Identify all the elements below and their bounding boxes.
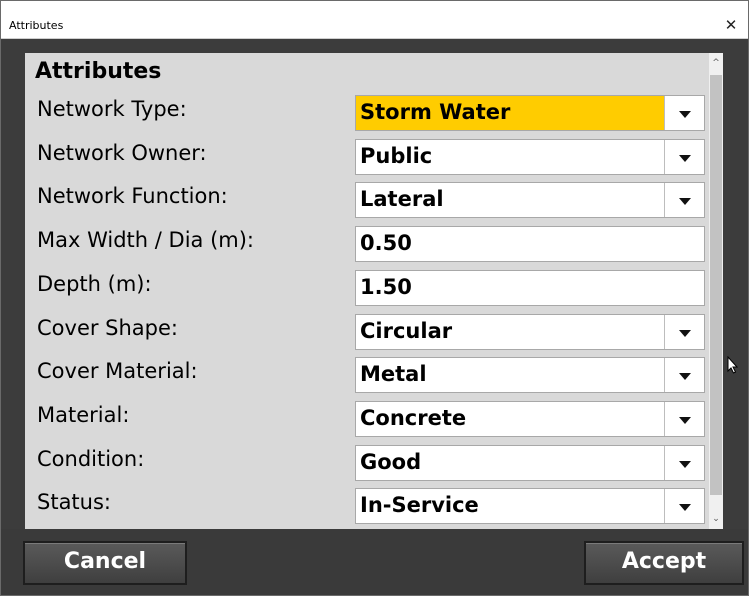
accept-button[interactable]: Accept <box>584 541 744 585</box>
vertical-scrollbar[interactable]: ^ ⌄ <box>709 53 723 529</box>
chevron-down-icon <box>679 330 691 337</box>
attribute-dropdown[interactable]: Public <box>355 139 705 175</box>
attribute-label: Network Owner: <box>37 141 207 165</box>
chevron-down-icon <box>679 461 691 468</box>
text-field-value: 0.50 <box>360 231 412 255</box>
attribute-dropdown[interactable]: In-Service <box>355 488 705 524</box>
dropdown-value-area[interactable]: In-Service <box>356 489 665 523</box>
dropdown-button[interactable] <box>664 446 704 480</box>
attribute-label: Network Type: <box>37 97 187 121</box>
dropdown-selected-value: Metal <box>360 362 427 386</box>
dropdown-selected-value: Lateral <box>360 187 444 211</box>
scroll-up-icon[interactable]: ^ <box>709 53 723 73</box>
attribute-row: Material: Concrete <box>25 397 709 440</box>
dropdown-selected-value: In-Service <box>360 493 479 517</box>
dropdown-value-area[interactable]: Concrete <box>356 402 665 436</box>
dropdown-button[interactable] <box>664 183 704 217</box>
attribute-dropdown[interactable]: Lateral <box>355 182 705 218</box>
chevron-down-icon <box>679 198 691 205</box>
dropdown-button[interactable] <box>664 358 704 392</box>
attribute-text-field[interactable]: 1.50 <box>355 270 705 306</box>
section-title: Attributes <box>35 59 162 84</box>
attribute-label: Depth (m): <box>37 272 152 296</box>
dropdown-selected-value: Concrete <box>360 406 467 430</box>
chevron-down-icon <box>679 155 691 162</box>
attribute-rows: Network Type: Storm Water Network Owner: Pu… <box>25 91 709 529</box>
attributes-dialog: Attributes ✕ Attributes Network Type: Sto… <box>0 0 749 596</box>
attribute-dropdown[interactable]: Concrete <box>355 401 705 437</box>
attribute-label: Condition: <box>37 447 145 471</box>
chevron-down-icon <box>679 111 691 118</box>
attribute-dropdown[interactable]: Storm Water <box>355 95 705 131</box>
text-field-value: 1.50 <box>360 275 412 299</box>
dropdown-value-area[interactable]: Circular <box>356 315 665 349</box>
chevron-down-icon <box>679 417 691 424</box>
close-icon[interactable]: ✕ <box>720 14 742 36</box>
dropdown-button[interactable] <box>664 315 704 349</box>
attribute-label: Network Function: <box>37 184 228 208</box>
dropdown-value-area[interactable]: Good <box>356 446 665 480</box>
attribute-label: Max Width / Dia (m): <box>37 228 254 252</box>
dropdown-value-area[interactable]: Lateral <box>356 183 665 217</box>
window-title: Attributes <box>9 19 64 32</box>
dropdown-value-area[interactable]: Metal <box>356 358 665 392</box>
attribute-row: Cover Shape: Circular <box>25 310 709 353</box>
scroll-down-icon[interactable]: ⌄ <box>709 509 723 529</box>
attribute-label: Cover Material: <box>37 359 198 383</box>
dropdown-button[interactable] <box>664 96 704 130</box>
dropdown-selected-value: Good <box>360 450 422 474</box>
dropdown-value-area[interactable]: Public <box>356 140 665 174</box>
attribute-row: Status: In-Service <box>25 484 709 527</box>
dropdown-selected-value: Public <box>360 144 433 168</box>
cancel-button[interactable]: Cancel <box>23 541 187 585</box>
attribute-row: Cover Material: Metal <box>25 353 709 396</box>
attributes-panel: Attributes Network Type: Storm Water Netwo… <box>25 53 723 529</box>
dropdown-button[interactable] <box>664 489 704 523</box>
chevron-down-icon <box>679 373 691 380</box>
chevron-down-icon <box>679 504 691 511</box>
attribute-label: Status: <box>37 490 111 514</box>
attribute-dropdown[interactable]: Good <box>355 445 705 481</box>
dropdown-selected-value: Circular <box>360 319 453 343</box>
mouse-pointer-icon <box>727 356 739 374</box>
dropdown-button[interactable] <box>664 402 704 436</box>
attribute-label: Material: <box>37 403 130 427</box>
attribute-row: Network Owner: Public <box>25 135 709 178</box>
attribute-dropdown[interactable]: Circular <box>355 314 705 350</box>
attribute-text-field[interactable]: 0.50 <box>355 226 705 262</box>
scroll-thumb[interactable] <box>710 75 722 495</box>
attribute-row: Max Width / Dia (m): 0.50 <box>25 222 709 265</box>
attribute-row: Depth (m): 1.50 <box>25 266 709 309</box>
attribute-row: Network Type: Storm Water <box>25 91 709 134</box>
dropdown-button[interactable] <box>664 140 704 174</box>
attribute-row: Network Function: Lateral <box>25 178 709 221</box>
attribute-row: Condition: Good <box>25 441 709 484</box>
title-bar: Attributes ✕ <box>1 1 748 39</box>
dropdown-selected-value: Storm Water <box>360 100 511 124</box>
section-header: Attributes <box>25 53 709 91</box>
dropdown-value-area[interactable]: Storm Water <box>356 96 665 130</box>
button-bar: Cancel Accept <box>1 529 748 595</box>
attribute-dropdown[interactable]: Metal <box>355 357 705 393</box>
attribute-label: Cover Shape: <box>37 316 179 340</box>
